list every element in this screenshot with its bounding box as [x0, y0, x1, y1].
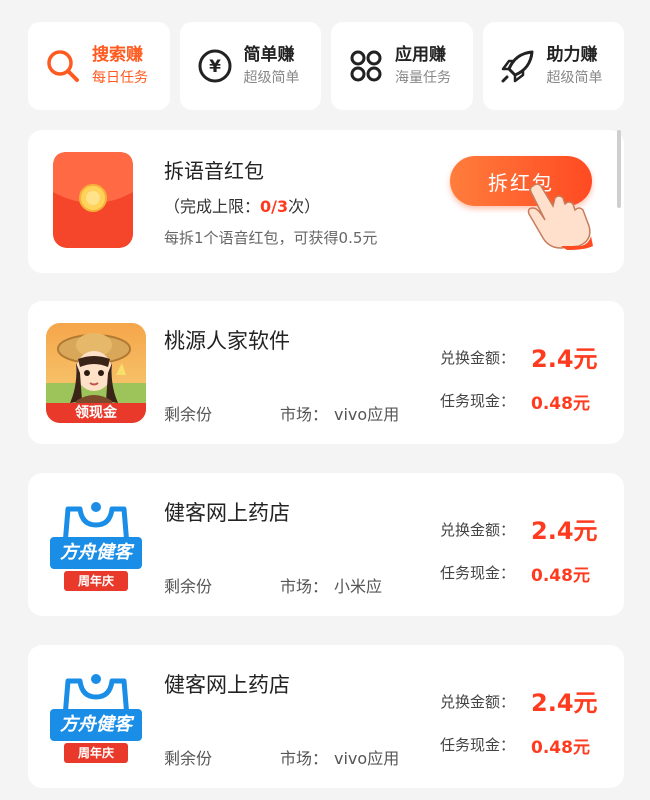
app-icon-badge: 周年庆	[77, 574, 114, 588]
tab-simple-earn[interactable]: ¥ 简单赚 超级简单	[179, 22, 321, 110]
exchange-label: 兑换金额：	[440, 693, 516, 711]
limit-count: 0/3	[260, 197, 289, 216]
limit-suffix: 次）	[288, 197, 321, 216]
exchange-value: 2.4元	[531, 517, 598, 545]
red-packet-description: 每拆1个语音红包，可获得0.5元	[164, 229, 378, 247]
pointing-hand-icon	[523, 180, 595, 250]
market-value: 小米应	[334, 577, 383, 596]
cash-value: 0.48元	[531, 394, 590, 414]
svg-text:¥: ¥	[209, 57, 221, 77]
tab-search-earn[interactable]: 搜索赚 每日任务	[28, 22, 170, 110]
cash-label: 任务现金：	[440, 564, 516, 582]
tab-title: 助力赚	[546, 45, 598, 65]
tab-subtitle: 超级简单	[243, 70, 300, 86]
market-info: 市场： 小米应	[280, 573, 382, 597]
app-icon-badge: 周年庆	[77, 746, 114, 760]
cash-value: 0.48元	[531, 566, 590, 586]
app-icon-brand: 方舟健客	[60, 714, 132, 735]
exchange-label: 兑换金额：	[440, 521, 516, 539]
market-value: vivo应用	[334, 405, 400, 424]
exchange-value: 2.4元	[531, 345, 598, 373]
tab-subtitle: 海量任务	[395, 70, 451, 86]
market-info: 市场： vivo应用	[280, 401, 399, 425]
market-info: 市场： vivo应用	[280, 745, 399, 769]
voice-red-packet-card: 拆语音红包 （完成上限：0/3次） 每拆1个语音红包，可获得0.5元 拆红包	[28, 130, 624, 273]
market-label: 市场：	[280, 749, 329, 768]
apps-icon	[347, 47, 385, 85]
task-category-tabs: 搜索赚 每日任务 ¥ 简单赚 超级简单 应用赚 海量任务 助力赚 超级简单	[28, 22, 624, 110]
rocket-icon	[499, 47, 537, 85]
market-value: vivo应用	[334, 749, 400, 768]
tab-subtitle: 每日任务	[92, 70, 148, 86]
yen-icon: ¥	[196, 47, 234, 85]
remaining-label: 剩余份	[164, 405, 213, 424]
scrollbar[interactable]	[617, 130, 621, 208]
exchange-value: 2.4元	[531, 689, 598, 717]
app-task-card[interactable]: 方舟健客 周年庆 健客网上药店 剩余份 市场： vivo应用 兑换金额： 2.4元…	[28, 645, 624, 788]
market-label: 市场：	[280, 577, 329, 596]
app-icon-brand: 方舟健客	[60, 542, 132, 563]
tab-subtitle: 超级简单	[546, 70, 603, 86]
cash-label: 任务现金：	[440, 392, 516, 410]
taoyuan-app-icon: 领现金	[46, 323, 146, 423]
tab-app-earn[interactable]: 应用赚 海量任务	[331, 22, 473, 110]
tab-title: 应用赚	[395, 45, 446, 65]
app-name: 健客网上药店	[164, 501, 290, 525]
exchange-label: 兑换金额：	[440, 349, 516, 367]
search-icon	[44, 47, 82, 85]
red-packet-title: 拆语音红包	[164, 159, 264, 183]
cash-value: 0.48元	[531, 738, 590, 758]
app-icon-badge: 领现金	[75, 405, 117, 421]
limit-prefix: （完成上限：	[164, 197, 261, 216]
app-task-card[interactable]: 领现金 桃源人家软件 剩余份 市场： vivo应用 兑换金额： 2.4元 任务现金…	[28, 301, 624, 444]
app-name: 健客网上药店	[164, 673, 290, 697]
remaining-label: 剩余份	[164, 577, 213, 596]
tab-title: 简单赚	[243, 45, 295, 65]
red-packet-limit: （完成上限：0/3次）	[164, 193, 320, 217]
app-name: 桃源人家软件	[164, 329, 290, 353]
remaining-label: 剩余份	[164, 749, 213, 768]
jianke-app-icon: 方舟健客 周年庆	[46, 667, 146, 767]
red-envelope-icon	[53, 152, 133, 248]
cash-label: 任务现金：	[440, 736, 516, 754]
app-task-card[interactable]: 方舟健客 周年庆 健客网上药店 剩余份 市场： 小米应 兑换金额： 2.4元 任务…	[28, 473, 624, 616]
jianke-app-icon: 方舟健客 周年庆	[46, 495, 146, 595]
tab-title: 搜索赚	[92, 45, 143, 65]
market-label: 市场：	[280, 405, 329, 424]
tab-boost-earn[interactable]: 助力赚 超级简单	[482, 22, 624, 110]
